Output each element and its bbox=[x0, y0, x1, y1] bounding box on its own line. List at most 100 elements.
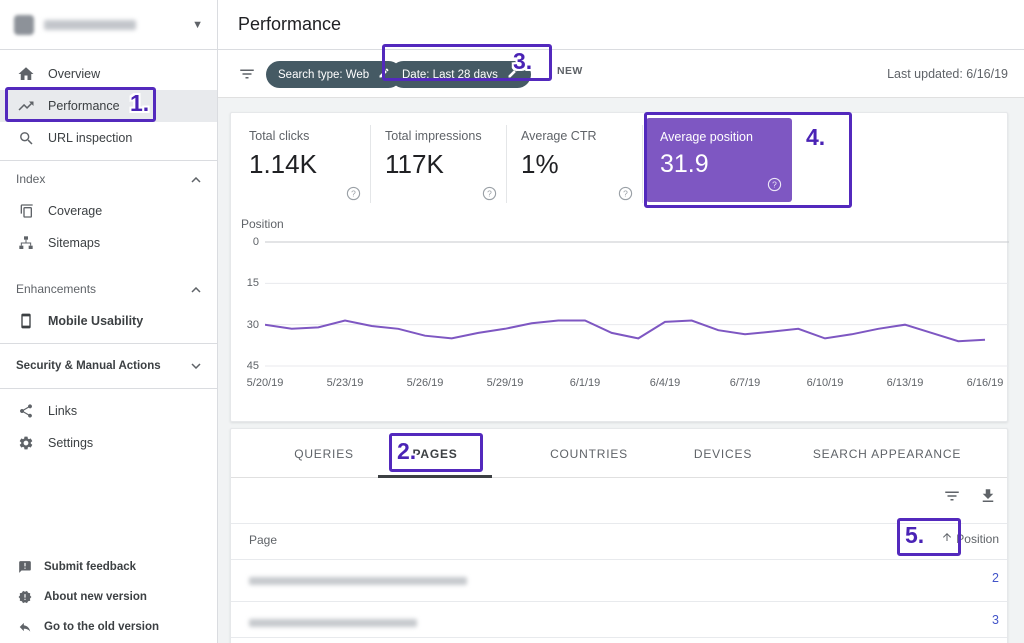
filter-icon[interactable] bbox=[238, 65, 256, 86]
chip-label: Date: Last 28 days bbox=[402, 69, 498, 81]
sidebar-item-url-inspection[interactable]: URL inspection bbox=[0, 122, 217, 154]
help-icon[interactable]: ? bbox=[618, 186, 633, 201]
divider bbox=[0, 160, 217, 161]
sidebar-item-label: Mobile Usability bbox=[48, 314, 143, 328]
chevron-down-icon bbox=[191, 360, 201, 372]
sidebar-item-settings[interactable]: Settings bbox=[0, 427, 217, 459]
tab-pages[interactable]: PAGES bbox=[412, 447, 457, 461]
position-value: 3 bbox=[992, 613, 999, 627]
svg-text:?: ? bbox=[487, 188, 492, 198]
links-icon bbox=[17, 402, 35, 420]
metric-value: 31.9 bbox=[646, 144, 792, 179]
metric-value: 1% bbox=[507, 143, 643, 180]
sidebar-item-links[interactable]: Links bbox=[0, 395, 217, 427]
property-name-redacted bbox=[44, 20, 136, 30]
page-title: Performance bbox=[238, 14, 341, 35]
footer-item-label: About new version bbox=[44, 591, 147, 603]
sidebar-item-performance[interactable]: Performance bbox=[0, 90, 217, 122]
metric-average-position[interactable]: Average position 31.9 ? bbox=[646, 118, 792, 202]
sidebar-item-overview[interactable]: Overview bbox=[0, 58, 217, 90]
new-releases-icon bbox=[17, 589, 33, 605]
section-label: Enhancements bbox=[16, 282, 96, 296]
sidebar-section-enhancements[interactable]: Enhancements bbox=[0, 273, 217, 305]
submit-feedback-link[interactable]: Submit feedback bbox=[0, 552, 217, 582]
sidebar-section-index[interactable]: Index bbox=[0, 163, 217, 195]
dimensions-table-panel: QUERIES PAGES COUNTRIES DEVICES SEARCH A… bbox=[230, 428, 1008, 643]
footer-item-label: Go to the old version bbox=[44, 621, 159, 633]
tab-queries[interactable]: QUERIES bbox=[294, 447, 354, 461]
divider bbox=[231, 637, 1007, 638]
top-bar: Performance bbox=[218, 0, 1024, 50]
metric-label: Average position bbox=[646, 118, 792, 144]
tab-search-appearance[interactable]: SEARCH APPEARANCE bbox=[813, 447, 961, 461]
sidebar-item-mobile-usability[interactable]: Mobile Usability bbox=[0, 305, 217, 337]
sidebar-item-label: Links bbox=[48, 404, 77, 418]
tab-devices[interactable]: DEVICES bbox=[694, 447, 752, 461]
about-new-version-link[interactable]: About new version bbox=[0, 582, 217, 612]
sidebar-section-security[interactable]: Security & Manual Actions bbox=[0, 348, 217, 384]
chart-y-axis: 0153045 bbox=[231, 241, 259, 371]
svg-text:?: ? bbox=[623, 188, 628, 198]
svg-text:?: ? bbox=[772, 179, 777, 189]
search-console-app: ▼ Overview Performance URL inspection bbox=[0, 0, 1024, 643]
filter-toolbar: Search type: Web Date: Last 28 days Last… bbox=[218, 50, 1024, 98]
divider bbox=[642, 125, 643, 203]
pencil-icon bbox=[507, 67, 519, 82]
position-line-chart[interactable] bbox=[265, 241, 1009, 371]
table-filter-icon[interactable] bbox=[943, 487, 961, 505]
sidebar-item-label: URL inspection bbox=[48, 131, 132, 145]
chevron-up-icon bbox=[191, 282, 201, 296]
sidebar-item-label: Coverage bbox=[48, 204, 102, 218]
metric-value: 1.14K bbox=[235, 143, 371, 180]
gear-icon bbox=[17, 434, 35, 452]
go-to-old-version-link[interactable]: Go to the old version bbox=[0, 612, 217, 642]
arrow-up-icon bbox=[941, 531, 953, 546]
smartphone-icon bbox=[17, 312, 35, 330]
sidebar-item-sitemaps[interactable]: Sitemaps bbox=[0, 227, 217, 259]
sidebar-footer: Submit feedback About new version Go to … bbox=[0, 552, 217, 643]
chart-axis-label: Position bbox=[241, 217, 284, 231]
search-type-chip[interactable]: Search type: Web bbox=[266, 61, 402, 88]
divider bbox=[231, 523, 1007, 524]
divider bbox=[0, 343, 217, 344]
tab-countries[interactable]: COUNTRIES bbox=[550, 447, 628, 461]
section-label: Index bbox=[16, 172, 45, 186]
metric-total-clicks[interactable]: Total clicks 1.14K ? bbox=[235, 119, 371, 211]
feedback-icon bbox=[17, 559, 33, 575]
download-icon[interactable] bbox=[979, 487, 997, 505]
property-favicon bbox=[14, 15, 34, 35]
column-header-position[interactable]: Position bbox=[941, 531, 999, 546]
metric-label: Average CTR bbox=[507, 119, 643, 143]
table-row[interactable]: 2 bbox=[231, 560, 1007, 601]
home-icon bbox=[17, 65, 35, 83]
column-header-page[interactable]: Page bbox=[249, 533, 277, 547]
column-header-label: Position bbox=[956, 532, 999, 546]
position-value: 2 bbox=[992, 571, 999, 585]
svg-text:?: ? bbox=[351, 188, 356, 198]
pencil-icon bbox=[378, 67, 390, 82]
sitemap-icon bbox=[17, 234, 35, 252]
help-icon[interactable]: ? bbox=[482, 186, 497, 201]
chip-label: Search type: Web bbox=[278, 69, 369, 81]
help-icon[interactable]: ? bbox=[767, 177, 782, 192]
metric-label: Total impressions bbox=[371, 119, 507, 143]
main-content: Total clicks 1.14K ? Total impressions 1… bbox=[218, 98, 1024, 643]
new-badge: NEW bbox=[557, 65, 583, 77]
metric-total-impressions[interactable]: Total impressions 117K ? bbox=[371, 119, 507, 211]
chart-x-axis: 5/20/195/23/195/26/195/29/196/1/196/4/19… bbox=[265, 377, 1009, 393]
sidebar-item-label: Performance bbox=[48, 99, 120, 113]
property-selector[interactable]: ▼ bbox=[0, 0, 217, 50]
footer-item-label: Submit feedback bbox=[44, 561, 136, 573]
sidebar-item-label: Sitemaps bbox=[48, 236, 100, 250]
help-icon[interactable]: ? bbox=[346, 186, 361, 201]
sidebar-item-coverage[interactable]: Coverage bbox=[0, 195, 217, 227]
metric-average-ctr[interactable]: Average CTR 1% ? bbox=[507, 119, 643, 211]
sidebar: ▼ Overview Performance URL inspection bbox=[0, 0, 218, 643]
search-icon bbox=[17, 129, 35, 147]
performance-chart-panel: Total clicks 1.14K ? Total impressions 1… bbox=[230, 112, 1008, 422]
pages-icon bbox=[17, 202, 35, 220]
trending-up-icon bbox=[17, 97, 35, 115]
metric-value: 117K bbox=[371, 143, 507, 180]
metric-label: Total clicks bbox=[235, 119, 371, 143]
date-range-chip[interactable]: Date: Last 28 days bbox=[390, 61, 531, 88]
